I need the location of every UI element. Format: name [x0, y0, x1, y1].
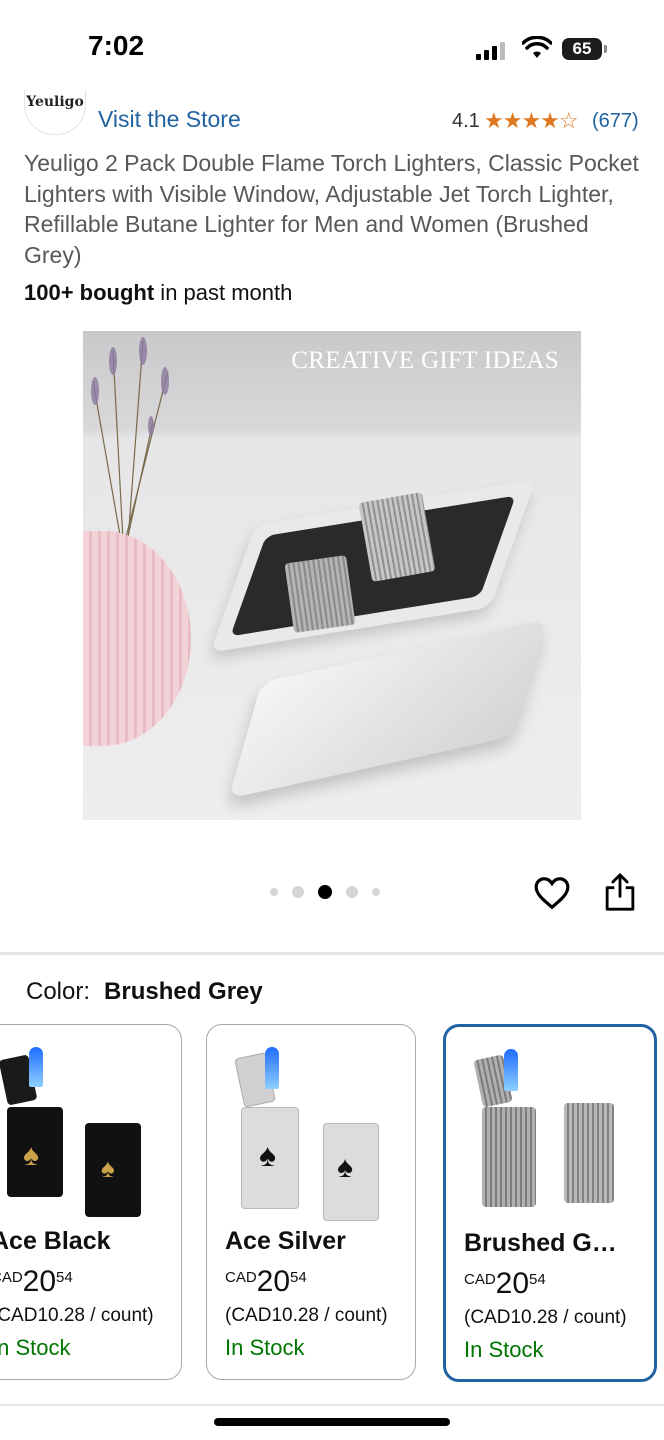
spade-icon: ♠	[337, 1151, 353, 1184]
color-selector-label: Color: Brushed Grey	[26, 978, 263, 1006]
variant-card-brushed-grey[interactable]: Brushed G… CAD2054 (CAD10.28 / count) In…	[443, 1024, 657, 1382]
spade-icon: ♠	[101, 1153, 115, 1183]
variant-name: Brushed G…	[464, 1229, 617, 1257]
vase-illustration	[83, 531, 191, 746]
pagination-dot-active[interactable]	[318, 885, 332, 899]
lighter-illustration	[284, 555, 356, 633]
image-caption: CREATIVE GIFT IDEAS	[291, 347, 559, 374]
variant-unit-price: (CAD10.28 / count)	[0, 1305, 154, 1326]
pagination-dot[interactable]	[346, 886, 358, 898]
status-time: 7:02	[88, 30, 145, 61]
variant-name: Ace Silver	[225, 1227, 346, 1255]
variant-stock-status: In Stock	[225, 1335, 305, 1360]
pagination-dot[interactable]	[270, 888, 278, 896]
section-divider	[0, 952, 664, 955]
bought-count: 100+ bought in past month	[24, 280, 292, 306]
variant-unit-price: (CAD10.28 / count)	[225, 1305, 388, 1326]
store-logo[interactable]: Yeuligo	[24, 90, 86, 135]
home-indicator[interactable]	[214, 1418, 450, 1426]
product-image[interactable]: CREATIVE GIFT IDEAS	[83, 331, 581, 820]
variant-image: ♠ ♠	[0, 1047, 163, 1227]
visit-store-link[interactable]: Visit the Store	[98, 106, 241, 133]
selected-color-name: Brushed Grey	[104, 978, 263, 1005]
heart-icon[interactable]	[533, 874, 571, 912]
battery-icon: 65	[562, 38, 602, 60]
pagination-dot[interactable]	[292, 886, 304, 898]
dried-flowers-illustration	[91, 337, 169, 541]
variant-stock-status: In Stock	[464, 1337, 544, 1362]
variant-price: CAD2054	[464, 1267, 546, 1300]
variant-price: CAD2054	[0, 1265, 73, 1298]
product-title: Yeuligo 2 Pack Double Flame Torch Lighte…	[24, 150, 639, 268]
variant-name: Ace Black	[0, 1227, 111, 1255]
review-count-link[interactable]: (677)	[592, 110, 639, 133]
wifi-icon	[522, 36, 552, 58]
tray-lid-illustration	[228, 619, 548, 799]
share-icon[interactable]	[602, 872, 638, 912]
bought-count-bold: 100+ bought	[24, 280, 155, 305]
bought-count-rest: in past month	[154, 280, 293, 305]
variant-stock-status: In Stock	[0, 1335, 71, 1360]
cellular-signal-icon	[476, 40, 510, 60]
lighter-illustration	[358, 492, 436, 582]
variant-unit-price: (CAD10.28 / count)	[464, 1307, 627, 1328]
variant-card-ace-black[interactable]: ♠ ♠ Ace Black CAD2054 (CAD10.28 / count)…	[0, 1024, 182, 1380]
spade-icon: ♠	[23, 1139, 39, 1172]
color-label-text: Color:	[26, 978, 91, 1005]
variant-price: CAD2054	[225, 1265, 307, 1298]
rating-value[interactable]: 4.1	[452, 110, 480, 133]
gallery-pagination[interactable]	[270, 885, 380, 899]
variant-image: ♠ ♠	[227, 1047, 397, 1227]
bottom-divider	[0, 1404, 664, 1406]
rating-stars-icon[interactable]: ★★★★☆	[484, 108, 579, 134]
pagination-dot[interactable]	[372, 888, 380, 896]
battery-nub	[604, 45, 607, 53]
spade-icon: ♠	[259, 1137, 276, 1173]
variant-image	[466, 1049, 636, 1229]
variant-card-ace-silver[interactable]: ♠ ♠ Ace Silver CAD2054 (CAD10.28 / count…	[206, 1024, 416, 1380]
